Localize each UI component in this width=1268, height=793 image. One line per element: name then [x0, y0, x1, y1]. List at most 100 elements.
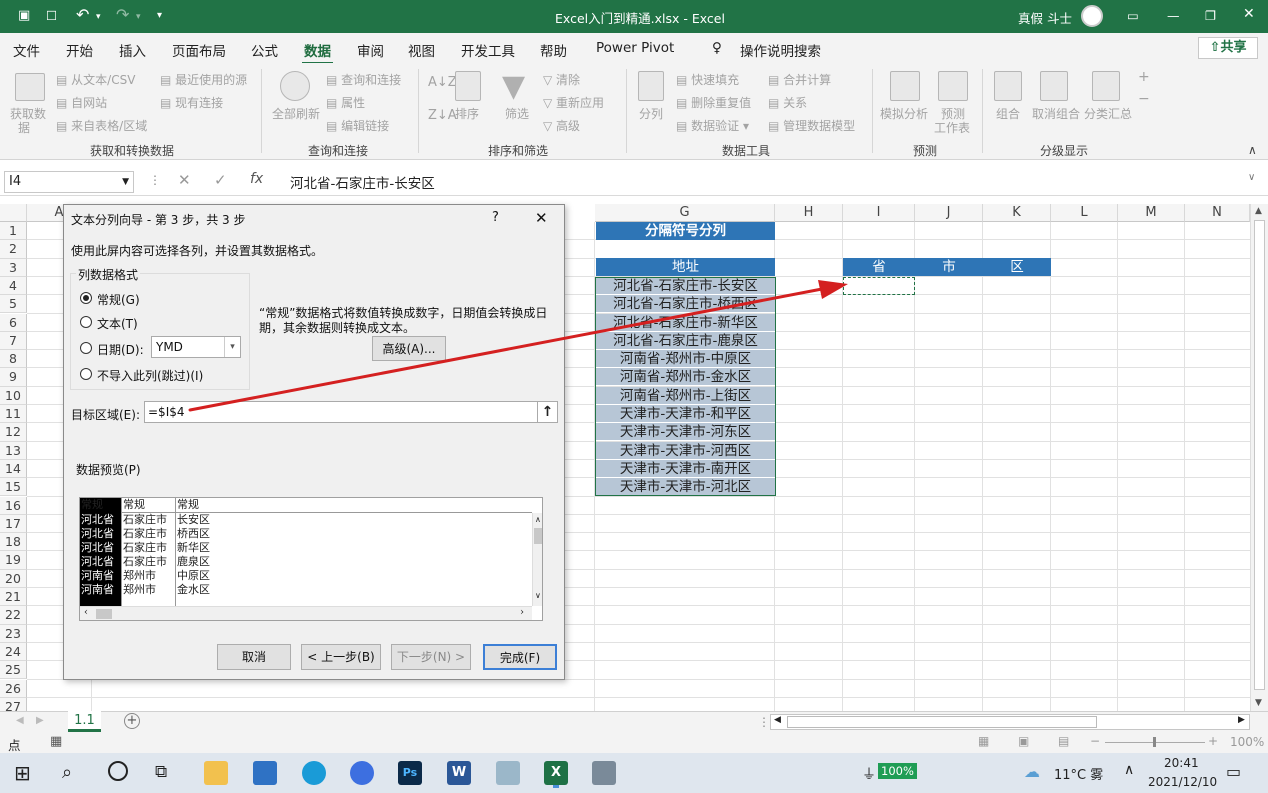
radio-date[interactable]: [80, 342, 92, 354]
share-button[interactable]: ⇧共享: [1198, 37, 1258, 59]
power-plug-icon[interactable]: ⏚: [862, 764, 876, 784]
menu-file[interactable]: 文件: [13, 40, 40, 60]
redo-dropdown-icon[interactable]: ▾: [136, 12, 141, 22]
hide-detail-icon[interactable]: −: [1138, 91, 1150, 107]
radio-skip-label[interactable]: 不导入此列(跳过)(I): [97, 367, 203, 384]
row-header-9[interactable]: 9: [0, 368, 27, 387]
remove-duplicates-button[interactable]: ▤ 删除重复值: [676, 94, 751, 111]
radio-general-label[interactable]: 常规(G): [97, 291, 140, 308]
column-header-j[interactable]: J: [915, 204, 983, 222]
row-header-19[interactable]: 19: [0, 551, 27, 570]
remote-app-icon[interactable]: [592, 761, 616, 785]
horizontal-scrollbar[interactable]: ◀ ▶: [770, 714, 1250, 730]
filter-icon[interactable]: ▼: [502, 69, 525, 104]
cancel-entry-icon[interactable]: ✕: [178, 171, 191, 189]
subtotal-icon[interactable]: [1092, 71, 1120, 101]
cortana-icon[interactable]: [108, 761, 128, 781]
address-header-cell[interactable]: 地址: [596, 258, 775, 276]
row-header-4[interactable]: 4: [0, 276, 27, 296]
scroll-down-icon[interactable]: ▼: [1255, 698, 1262, 708]
row-header-3[interactable]: 3: [0, 258, 27, 277]
scroll-down-icon[interactable]: ∨: [535, 591, 541, 600]
photoshop-icon[interactable]: Ps: [398, 761, 422, 785]
active-cell-i4[interactable]: [843, 277, 915, 295]
header-cell-city[interactable]: 市: [915, 258, 983, 276]
row-header-7[interactable]: 7: [0, 331, 27, 351]
minimize-icon[interactable]: —: [1167, 8, 1180, 23]
queries-connections-button[interactable]: ▤ 查询和连接: [326, 71, 401, 88]
undo-dropdown-icon[interactable]: ▾: [96, 12, 101, 22]
forecast-sheet-icon[interactable]: [938, 71, 968, 101]
clock-date[interactable]: 2021/12/10: [1148, 775, 1217, 789]
tray-expand-icon[interactable]: ∧: [1124, 762, 1134, 778]
text-to-columns-button[interactable]: 分列: [639, 105, 663, 122]
column-header-n[interactable]: N: [1185, 204, 1250, 222]
search-icon[interactable]: ⌕: [62, 762, 72, 783]
row-header-1[interactable]: 1: [0, 222, 27, 241]
weather-text[interactable]: 11°C 雾: [1054, 764, 1103, 783]
collapse-dialog-icon[interactable]: ↑: [537, 402, 557, 422]
menu-view[interactable]: 视图: [408, 40, 435, 60]
header-cell-district[interactable]: 区: [983, 258, 1051, 276]
target-range-input[interactable]: =$I$4 ↑: [144, 401, 558, 423]
expand-formula-bar-icon[interactable]: ∨: [1248, 172, 1255, 183]
insert-function-icon[interactable]: fx: [250, 171, 263, 187]
row-header-13[interactable]: 13: [0, 441, 27, 460]
edge-browser-icon[interactable]: [302, 761, 326, 785]
zoom-level[interactable]: 100%: [1230, 735, 1264, 749]
column-header-i[interactable]: I: [843, 204, 915, 222]
from-table-button[interactable]: ▤ 来自表格/区域: [56, 117, 147, 134]
properties-button[interactable]: ▤ 属性: [326, 94, 365, 111]
subtotal-button[interactable]: 分类汇总: [1084, 105, 1132, 122]
save-icon[interactable]: ▣: [18, 8, 30, 23]
weather-icon[interactable]: ☁: [1024, 762, 1040, 781]
manage-data-model-button[interactable]: ▤ 管理数据模型: [768, 117, 855, 134]
help-icon[interactable]: ?: [492, 210, 499, 225]
row-header-5[interactable]: 5: [0, 295, 27, 314]
next-sheet-icon[interactable]: ▶: [36, 715, 44, 726]
close-icon[interactable]: ✕: [1243, 6, 1255, 22]
row-header-11[interactable]: 11: [0, 405, 27, 424]
row-header-8[interactable]: 8: [0, 350, 27, 369]
menu-home[interactable]: 开始: [66, 40, 93, 60]
menu-data[interactable]: 数据: [302, 40, 333, 65]
task-view-icon[interactable]: ⧉: [155, 762, 167, 782]
sort-icon[interactable]: [455, 71, 481, 101]
formula-content[interactable]: 河北省-石家庄市-长安区: [290, 172, 435, 192]
preview-horizontal-scrollbar[interactable]: ‹ ›: [80, 606, 532, 620]
macro-record-icon[interactable]: ▦: [50, 734, 62, 749]
scroll-up-icon[interactable]: ∧: [535, 515, 541, 524]
row-header-27[interactable]: 27: [0, 697, 27, 711]
chevron-down-icon[interactable]: ▾: [224, 337, 240, 357]
page-break-view-icon[interactable]: ▤: [1058, 734, 1069, 748]
flash-fill-button[interactable]: ▤ 快速填充: [676, 71, 739, 88]
menu-formulas[interactable]: 公式: [251, 40, 278, 60]
sort-az-icon[interactable]: A↓Z: [428, 75, 457, 90]
radio-skip[interactable]: [80, 368, 92, 380]
horizontal-scroll-thumb[interactable]: [787, 716, 1097, 728]
row-header-23[interactable]: 23: [0, 624, 27, 643]
what-if-analysis-button[interactable]: 模拟分析: [880, 105, 928, 122]
radio-date-label[interactable]: 日期(D):: [97, 341, 144, 358]
normal-view-icon[interactable]: ▦: [978, 734, 989, 748]
back-button[interactable]: < 上一步(B): [301, 644, 381, 670]
zoom-out-icon[interactable]: −: [1090, 734, 1100, 748]
preview-scroll-thumb[interactable]: [534, 528, 542, 544]
existing-connections-button[interactable]: ▤ 现有连接: [160, 94, 223, 111]
add-sheet-icon[interactable]: +: [124, 713, 140, 729]
app-icon[interactable]: [496, 761, 520, 785]
tell-me-search[interactable]: 操作说明搜索: [740, 40, 821, 60]
scroll-up-icon[interactable]: ▲: [1255, 206, 1262, 216]
menu-developer[interactable]: 开发工具: [461, 40, 515, 60]
refresh-all-icon[interactable]: [280, 71, 310, 101]
row-header-12[interactable]: 12: [0, 423, 27, 442]
cancel-button[interactable]: 取消: [217, 644, 291, 670]
undo-icon[interactable]: ↶: [76, 5, 89, 24]
row-header-20[interactable]: 20: [0, 569, 27, 588]
scroll-left-icon[interactable]: ◀: [774, 715, 781, 725]
column-header-g[interactable]: G: [595, 204, 775, 222]
finish-button[interactable]: 完成(F): [483, 644, 557, 670]
recent-sources-button[interactable]: ▤ 最近使用的源: [160, 71, 247, 88]
tab-splitter-icon[interactable]: ⋮: [758, 715, 770, 729]
scroll-right-icon[interactable]: ▶: [1238, 715, 1245, 725]
